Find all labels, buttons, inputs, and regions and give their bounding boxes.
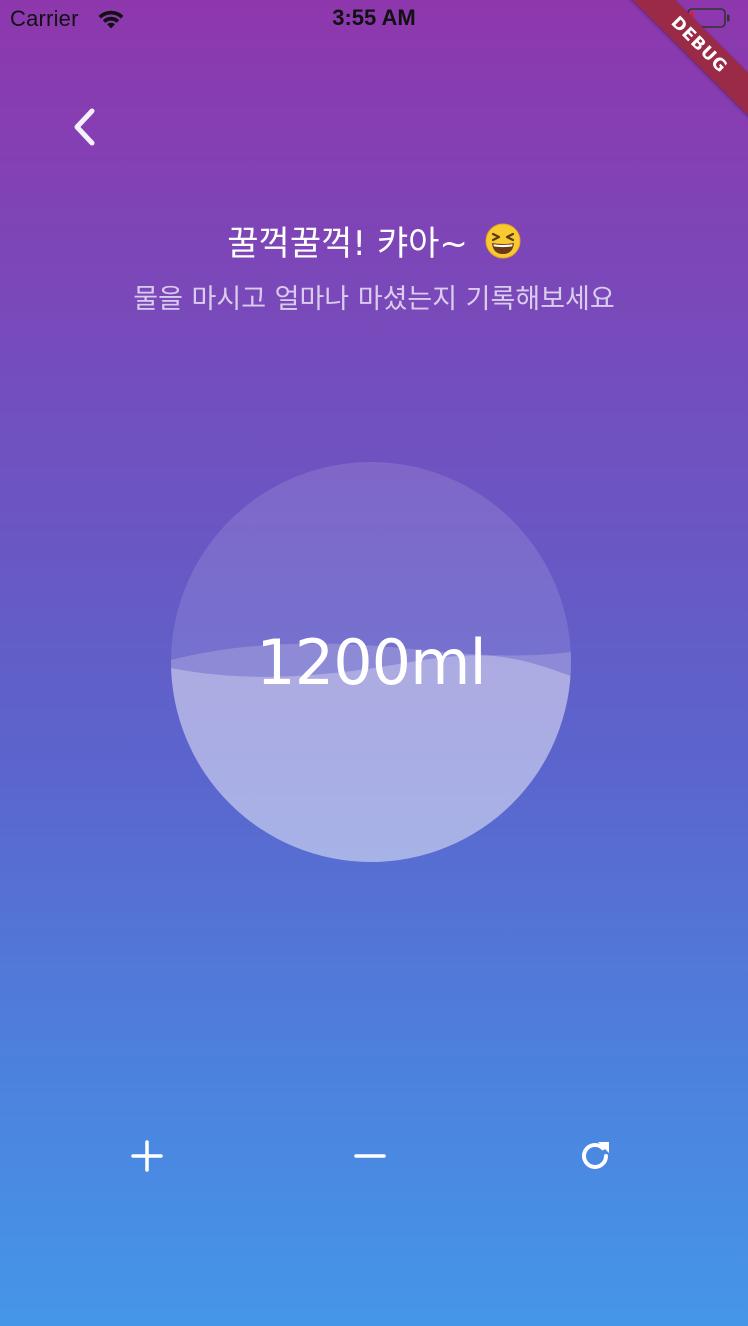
- reset-button[interactable]: [567, 1128, 623, 1184]
- page-title: 꿀꺽꿀꺽! 캬아~: [0, 222, 748, 266]
- grinning-squinting-face-icon: [485, 223, 521, 259]
- minus-icon: [354, 1154, 386, 1158]
- clock: 3:55 AM: [332, 5, 416, 30]
- chevron-left-icon: [74, 108, 95, 146]
- refresh-icon: [582, 1142, 609, 1169]
- page-title-text: 꿀꺽꿀꺽! 캬아~: [227, 224, 468, 264]
- back-button[interactable]: [62, 100, 106, 154]
- add-water-button[interactable]: [119, 1128, 175, 1184]
- status-bar: Carrier 3:55 AM: [0, 0, 748, 40]
- water-amount-label: 1200ml: [256, 625, 486, 699]
- plus-icon: [131, 1140, 163, 1172]
- page-subtitle: 물을 마시고 얼마나 마셨는지 기록해보세요: [133, 284, 615, 315]
- battery-icon: [687, 8, 730, 28]
- water-gauge: 1200ml: [171, 462, 571, 862]
- remove-water-button[interactable]: [342, 1128, 398, 1184]
